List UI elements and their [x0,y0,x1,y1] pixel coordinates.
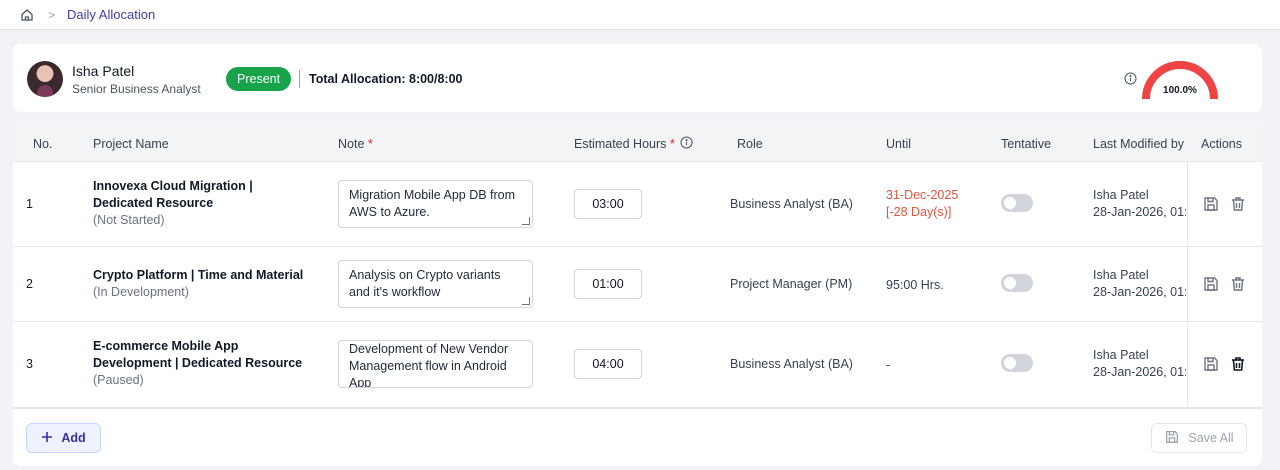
add-button[interactable]: Add [26,423,101,453]
tentative-toggle[interactable] [1001,194,1033,212]
row-number: 2 [26,277,33,291]
total-allocation: Total Allocation: 8:00/8:00 [309,72,463,86]
row-number: 3 [26,357,33,371]
project-status: (Paused) [93,373,144,387]
avatar [27,61,63,97]
info-icon[interactable] [1124,72,1137,85]
table-footer: Add Save All [13,407,1262,466]
header-until: Until [886,137,912,151]
chevron-right-icon: > [48,7,56,22]
divider [299,70,300,88]
trash-icon[interactable] [1229,275,1247,293]
table-row: 3 E-commerce Mobile App Development | De… [13,322,1262,407]
status-badge: Present [226,67,292,91]
until-hours: 95:00 Hrs. [886,278,944,292]
header-tentative: Tentative [1001,137,1052,151]
role: Business Analyst (BA) [730,197,853,211]
breadcrumb-current[interactable]: Daily Allocation [67,7,155,22]
table-row: 2 Crypto Platform | Time and Material (I… [13,247,1262,322]
header-role: Role [737,137,763,151]
project-name: Crypto Platform | Time and Material (In … [93,267,313,301]
allocation-percent: 100.0% [1163,85,1197,96]
tentative-toggle[interactable] [1001,354,1033,372]
header-project: Project Name [93,137,169,151]
table-header: No. Project Name Note * Estimated Hours … [13,126,1262,162]
header-note: Note * [338,137,373,151]
last-modified: Isha Patel 28-Jan-2026, 01: [1093,188,1186,219]
note-textarea[interactable]: Development of New Vendor Management flo… [338,340,533,388]
role: Project Manager (PM) [730,277,853,291]
allocation-table: No. Project Name Note * Estimated Hours … [13,126,1262,466]
resize-handle[interactable] [522,217,530,225]
header-no: No. [33,137,53,151]
last-modified: Isha Patel 28-Jan-2026, 01: [1093,268,1186,299]
employee-summary-card: Isha Patel Senior Business Analyst Prese… [13,44,1262,112]
actions-divider [1187,162,1188,407]
table-row: 1 Innovexa Cloud Migration | Dedicated R… [13,162,1262,247]
until-empty: - [886,358,891,372]
save-icon[interactable] [1202,275,1220,293]
header-actions: Actions [1201,137,1242,151]
note-textarea[interactable]: Analysis on Crypto variants and it's wor… [338,260,533,308]
header-last-modified: Last Modified by [1093,137,1185,151]
project-status: (In Development) [93,285,189,299]
home-icon[interactable] [20,7,36,23]
note-textarea[interactable]: Migration Mobile App DB from AWS to Azur… [338,180,533,228]
project-name: E-commerce Mobile App Development | Dedi… [93,338,313,389]
role: Business Analyst (BA) [730,357,853,371]
project-name: Innovexa Cloud Migration | Dedicated Res… [93,178,273,229]
plus-icon [41,431,53,446]
save-icon[interactable] [1202,355,1220,373]
until-date: 31-Dec-2025 [-28 Day(s)] [886,188,959,219]
save-all-button[interactable]: Save All [1151,423,1247,453]
resize-handle[interactable] [522,297,530,305]
hours-input[interactable]: 04:00 [574,349,642,379]
employee-name: Isha Patel [72,63,135,79]
save-all-label: Save All [1188,431,1234,445]
hours-input[interactable]: 03:00 [574,189,642,219]
info-icon[interactable] [680,136,693,149]
save-icon [1164,429,1180,448]
employee-title: Senior Business Analyst [72,82,201,96]
last-modified: Isha Patel 28-Jan-2026, 01: [1093,348,1186,379]
trash-icon[interactable] [1229,355,1247,373]
row-number: 1 [26,197,33,211]
breadcrumb: > Daily Allocation [0,0,1280,30]
save-icon[interactable] [1202,195,1220,213]
tentative-toggle[interactable] [1001,274,1033,292]
trash-icon[interactable] [1229,195,1247,213]
hours-input[interactable]: 01:00 [574,269,642,299]
project-status: (Not Started) [93,213,165,227]
add-label: Add [61,431,86,445]
header-hours: Estimated Hours * [574,137,675,151]
